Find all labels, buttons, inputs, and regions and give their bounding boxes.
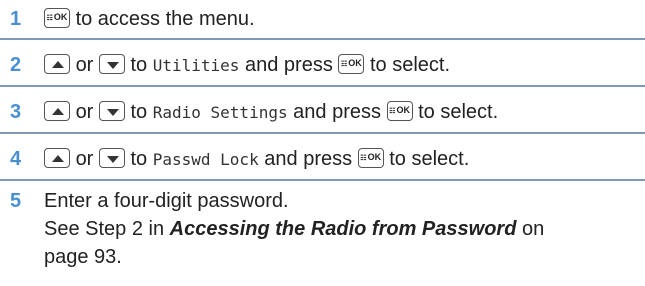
step-line: See Step 2 in Accessing the Radio from P… bbox=[44, 218, 545, 240]
step-4: 4 or to Passwd Lock and press ☷OK to sel… bbox=[0, 134, 645, 181]
menu-item-label: Radio Settings bbox=[152, 103, 288, 122]
step-number: 4 bbox=[10, 148, 22, 170]
step-number: 3 bbox=[10, 101, 22, 123]
menu-ok-key-icon: ☷OK bbox=[357, 147, 384, 168]
down-arrow-key-icon bbox=[98, 147, 125, 168]
step-text: or to Utilities and press ☷OK to select. bbox=[44, 48, 645, 83]
cross-reference-link[interactable]: Accessing the Radio from Password bbox=[170, 218, 517, 240]
menu-ok-key-icon: ☷OK bbox=[44, 7, 70, 28]
up-arrow-key-icon bbox=[44, 53, 70, 74]
step-line: Enter a four-digit password. bbox=[44, 190, 289, 212]
up-arrow-key-icon bbox=[44, 100, 70, 121]
step-3: 3 or to Radio Settings and press ☷OK to … bbox=[0, 87, 645, 134]
down-arrow-key-icon bbox=[98, 100, 125, 121]
step-text: ☷OK to access the menu. bbox=[44, 2, 645, 36]
step-number: 5 bbox=[10, 190, 22, 212]
step-2: 2 or to Utilities and press ☷OK to selec… bbox=[0, 40, 645, 87]
step-1: 1 ☷OK to access the menu. bbox=[0, 0, 645, 40]
down-arrow-key-icon bbox=[98, 53, 125, 74]
step-number: 1 bbox=[10, 8, 22, 30]
step-text: or to Passwd Lock and press ☷OK to selec… bbox=[44, 142, 645, 177]
step-5: 5 Enter a four-digit password. See Step … bbox=[0, 181, 645, 271]
up-arrow-key-icon bbox=[44, 147, 70, 168]
step-number: 2 bbox=[10, 54, 22, 76]
menu-item-label: Passwd Lock bbox=[152, 150, 259, 169]
step-list: 1 ☷OK to access the menu. 2 or to Utilit… bbox=[0, 0, 645, 271]
menu-ok-key-icon: ☷OK bbox=[338, 53, 365, 74]
menu-ok-key-icon: ☷OK bbox=[386, 100, 413, 121]
menu-item-label: Utilities bbox=[152, 56, 240, 75]
step-text: Enter a four-digit password. See Step 2 … bbox=[44, 187, 645, 271]
step-line: page 93. bbox=[44, 246, 122, 268]
step-text: or to Radio Settings and press ☷OK to se… bbox=[44, 95, 645, 130]
